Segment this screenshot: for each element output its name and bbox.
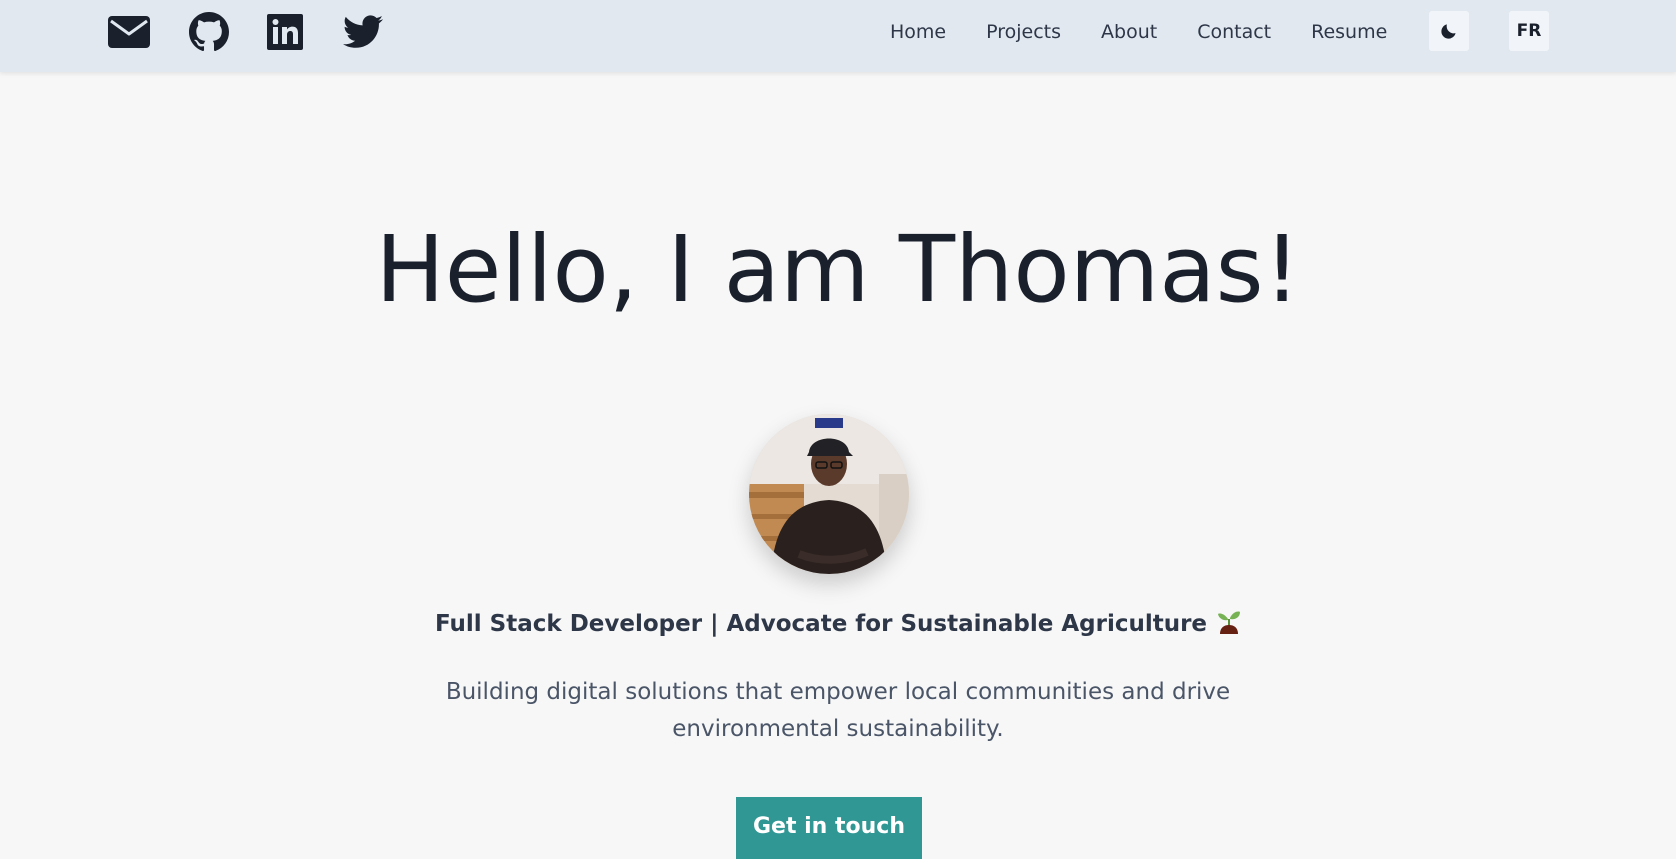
envelope-icon: [108, 16, 150, 48]
github-icon: [189, 12, 229, 52]
moon-icon: [1441, 24, 1456, 39]
get-in-touch-button[interactable]: Get in touch: [736, 797, 922, 859]
theme-toggle-button[interactable]: [1429, 11, 1469, 51]
twitter-link[interactable]: [342, 11, 384, 53]
nav-home-link[interactable]: Home: [890, 21, 946, 43]
top-navbar: Home Projects About Contact Resume FR: [0, 0, 1676, 72]
nav-about-link[interactable]: About: [1101, 21, 1157, 43]
nav-contact-link[interactable]: Contact: [1197, 21, 1271, 43]
nav-resume-link[interactable]: Resume: [1311, 21, 1387, 43]
linkedin-link[interactable]: [266, 11, 304, 53]
hero-title: Hello, I am Thomas!: [375, 216, 1301, 323]
avatar: [749, 414, 909, 574]
email-link[interactable]: [108, 11, 150, 53]
twitter-icon: [343, 15, 383, 48]
language-toggle-button[interactable]: FR: [1509, 11, 1549, 51]
main-nav: Home Projects About Contact Resume: [890, 0, 1387, 64]
seedling-icon: [1217, 609, 1241, 646]
linkedin-icon: [267, 14, 303, 50]
github-link[interactable]: [188, 11, 230, 53]
hero-description: Building digital solutions that empower …: [445, 679, 1231, 742]
hero-subtitle: Full Stack Developer | Advocate for Sust…: [0, 606, 1676, 646]
profile-photo: [749, 414, 909, 574]
hero-subtitle-text: Full Stack Developer | Advocate for Sust…: [434, 611, 1208, 637]
nav-projects-link[interactable]: Projects: [986, 21, 1061, 43]
